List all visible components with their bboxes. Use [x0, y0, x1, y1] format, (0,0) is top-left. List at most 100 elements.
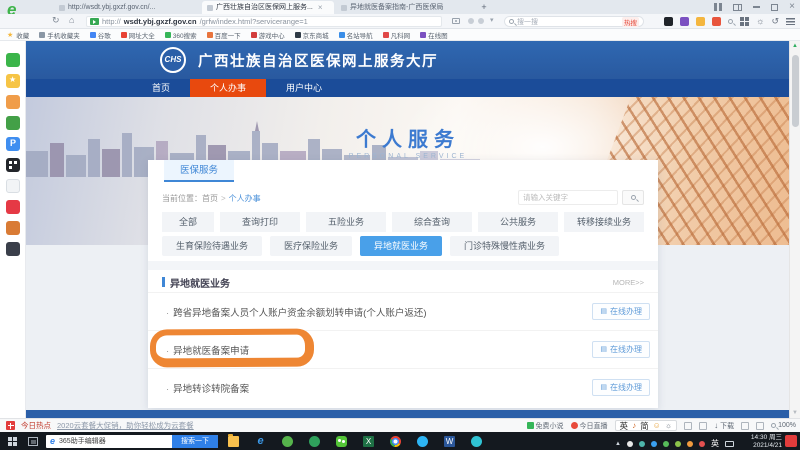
bookmark-item[interactable]: 百度一下	[207, 30, 241, 40]
new-tab-button[interactable]: +	[478, 1, 490, 14]
sidebar-app-icon[interactable]	[6, 74, 20, 88]
ime-cn[interactable]: 简	[640, 420, 649, 432]
screenshot-icon[interactable]	[452, 18, 460, 24]
bookmark-item[interactable]: 游戏中心	[251, 30, 285, 40]
ime-en[interactable]: 英	[620, 420, 629, 432]
more-link[interactable]: MORE>>	[613, 278, 644, 287]
category-all[interactable]: 全部	[162, 212, 214, 232]
home-icon[interactable]	[69, 15, 74, 25]
speed-mode-icon[interactable]	[90, 18, 99, 25]
keyword-search-button[interactable]	[622, 190, 644, 205]
menu-icon[interactable]	[786, 18, 795, 25]
status-mini-icon[interactable]	[741, 422, 749, 430]
nav-personal-active[interactable]: 个人办事	[190, 79, 266, 97]
browser-tab-1[interactable]: http://wsdt.ybj.gxzf.gov.cn/...	[54, 1, 200, 14]
scrollbar-thumb[interactable]	[792, 55, 799, 127]
ie-browser-icon[interactable]	[255, 436, 266, 447]
chrome-icon[interactable]	[390, 436, 401, 447]
bookmark-item[interactable]: 谷歌	[90, 30, 111, 40]
tray-icon[interactable]	[663, 441, 669, 447]
find-icon[interactable]	[728, 19, 733, 24]
history-undo-icon[interactable]	[771, 17, 779, 26]
file-explorer-icon[interactable]	[228, 436, 239, 447]
extension-icon[interactable]	[712, 17, 721, 26]
category-outpatient-chronic[interactable]: 门诊特殊慢性病业务	[450, 236, 559, 256]
apps-grid-icon[interactable]	[740, 17, 749, 26]
bookmark-item[interactable]: 360搜索	[165, 30, 197, 40]
category-transfer[interactable]: 转移接续业务	[564, 212, 644, 232]
free-novel-link[interactable]: 免费小说	[527, 421, 564, 431]
tray-icon[interactable]	[651, 441, 657, 447]
green-app-icon[interactable]	[309, 436, 320, 447]
tray-icon[interactable]	[699, 441, 705, 447]
toolbar-dot-icon[interactable]	[478, 18, 484, 24]
hotspot-icon[interactable]	[6, 421, 15, 430]
sidebar-app-icon[interactable]	[6, 221, 20, 235]
url-field[interactable]: http://wsdt.ybj.gxzf.gov.cn/grfw/index.h…	[86, 16, 442, 27]
tray-icon[interactable]	[675, 441, 681, 447]
keyword-search-input[interactable]	[518, 190, 618, 205]
emoji-icon[interactable]	[653, 421, 661, 430]
gear-icon[interactable]	[756, 17, 764, 26]
tab-close-icon[interactable]	[318, 1, 323, 14]
live-link[interactable]: 今日直播	[571, 421, 608, 431]
sidebar-app-icon[interactable]	[6, 137, 20, 151]
extension-icon[interactable]	[696, 17, 705, 26]
extension-icon[interactable]	[680, 17, 689, 26]
sidebar-app-icon[interactable]	[6, 242, 20, 256]
start-button[interactable]	[8, 437, 17, 446]
category-maternity[interactable]: 生育保险待遇业务	[162, 236, 262, 256]
bookmark-item[interactable]: 在线图	[420, 30, 448, 40]
nav-user-center[interactable]: 用户中心	[266, 79, 342, 97]
taskbar-search-button[interactable]: 搜索一下	[172, 435, 218, 448]
taskbar-clock[interactable]: 14:30 周三 2021/4/21	[751, 434, 782, 449]
word-icon[interactable]	[444, 436, 455, 447]
category-offsite-medical-active[interactable]: 异地就医业务	[360, 236, 442, 256]
download-button[interactable]: 下载	[714, 421, 734, 431]
browser-tab-2-active[interactable]: 广西壮族自治区医保网上服务...	[202, 1, 334, 14]
hotspot-label[interactable]: 今日热点	[21, 420, 51, 431]
tim-icon[interactable]	[417, 436, 428, 447]
sidebar-app-icon[interactable]	[6, 158, 20, 172]
zoom-level[interactable]: 100%	[771, 422, 796, 429]
category-comprehensive-query[interactable]: 综合查询	[392, 212, 472, 232]
browser-tab-3[interactable]: 异地就医备案指南-广西医保局	[336, 1, 472, 14]
tray-expand-icon[interactable]	[615, 441, 621, 447]
bookmark-item[interactable]: 凡科网	[383, 30, 411, 40]
ime-toolbar[interactable]: 英 简	[615, 420, 678, 431]
notification-badge-icon[interactable]	[785, 435, 797, 447]
online-handle-button[interactable]: 在线办理	[592, 341, 650, 358]
bookmark-item[interactable]: 名站导航	[339, 30, 373, 40]
service-item[interactable]: 跨省异地备案人员个人账户资金余额划转申请(个人账户返还) 在线办理	[148, 292, 658, 330]
task-view-icon[interactable]	[28, 437, 38, 446]
scrollbar[interactable]	[789, 41, 800, 418]
breadcrumb-home-link[interactable]: 首页	[202, 193, 218, 204]
nav-home[interactable]: 首页	[132, 79, 190, 97]
sidebar-app-icon[interactable]	[6, 116, 20, 130]
bookmark-item[interactable]: 京东商城	[295, 30, 329, 40]
tray-icon[interactable]	[687, 441, 693, 447]
scroll-up-icon[interactable]	[792, 43, 798, 49]
category-five-insurance[interactable]: 五险业务	[306, 212, 386, 232]
close-icon[interactable]	[789, 2, 795, 12]
minimize-icon[interactable]	[753, 6, 760, 8]
status-mini-icon[interactable]	[684, 422, 692, 430]
bookmark-favorites[interactable]: 收藏	[7, 30, 29, 40]
taskbar-search-box[interactable]: 365助手编辑器 搜索一下	[46, 435, 218, 448]
music-note-icon[interactable]	[632, 421, 636, 430]
keyboard-icon[interactable]	[725, 441, 734, 447]
online-handle-button[interactable]: 在线办理	[592, 379, 650, 396]
bookmark-item[interactable]: 网址大全	[121, 30, 155, 40]
extension-icon[interactable]	[664, 17, 673, 26]
sidebar-app-icon[interactable]	[6, 53, 20, 67]
bookmark-item[interactable]: 手机收藏夹	[39, 30, 80, 40]
360-browser-icon[interactable]	[282, 436, 293, 447]
tray-icon[interactable]	[627, 441, 633, 447]
hot-search-badge[interactable]: 热搜	[622, 17, 639, 27]
sidebar-app-icon[interactable]	[6, 179, 20, 193]
maximize-icon[interactable]	[771, 4, 778, 11]
layout-icon[interactable]	[733, 4, 742, 11]
sidebar-app-icon[interactable]	[6, 95, 20, 109]
category-medical-insurance[interactable]: 医疗保险业务	[270, 236, 352, 256]
toolbar-dot-icon[interactable]	[468, 18, 474, 24]
